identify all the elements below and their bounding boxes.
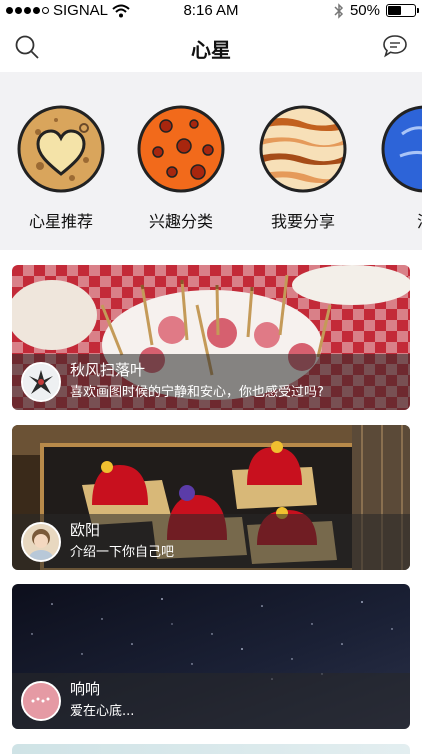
avatar[interactable] [21,362,61,402]
blue-planet-icon [381,105,422,193]
chat-bubble-icon[interactable] [382,34,408,58]
card-author-name: 秋风扫落叶 [70,361,146,379]
feed-card[interactable]: 响响 爱在心底... [12,584,410,729]
spotted-planet-icon [137,105,225,193]
card-author-name: 欧阳 [70,521,101,539]
avatar[interactable] [21,522,61,562]
card-description: 喜欢画图时候的宁静和安心，你也感受过吗? [70,385,324,400]
category-label: 兴趣分类 [148,212,213,231]
feed-card[interactable]: 秋风扫落叶 喜欢画图时候的宁静和安心，你也感受过吗? [12,265,410,410]
battery-icon [386,4,419,17]
next-card-peek [12,744,410,754]
category-label: 我要分享 [270,212,335,231]
battery-percent: 50% [349,2,380,19]
card-author-name: 响响 [70,680,101,698]
category-label: 活 [370,208,422,232]
category-strip[interactable]: 心星推荐 兴趣分类 我要分享 [0,72,422,250]
card-description: 介绍一下你自己吧 [70,545,175,560]
category-label: 心星推荐 [28,212,93,231]
avatar[interactable] [21,681,61,721]
nav-bar: 心星 [0,22,422,72]
status-right: 50% [334,2,419,19]
heart-planet-icon [17,105,105,193]
striped-planet-icon [259,105,347,193]
status-bar: SIGNAL 8:16 AM 50% [0,0,422,22]
bluetooth-icon [334,2,344,19]
battery-fill [388,6,401,15]
page-title: 心星 [191,38,231,62]
card-description: 爱在心底... [70,704,135,719]
feed-card[interactable]: 欧阳 介绍一下你自己吧 [12,425,410,570]
